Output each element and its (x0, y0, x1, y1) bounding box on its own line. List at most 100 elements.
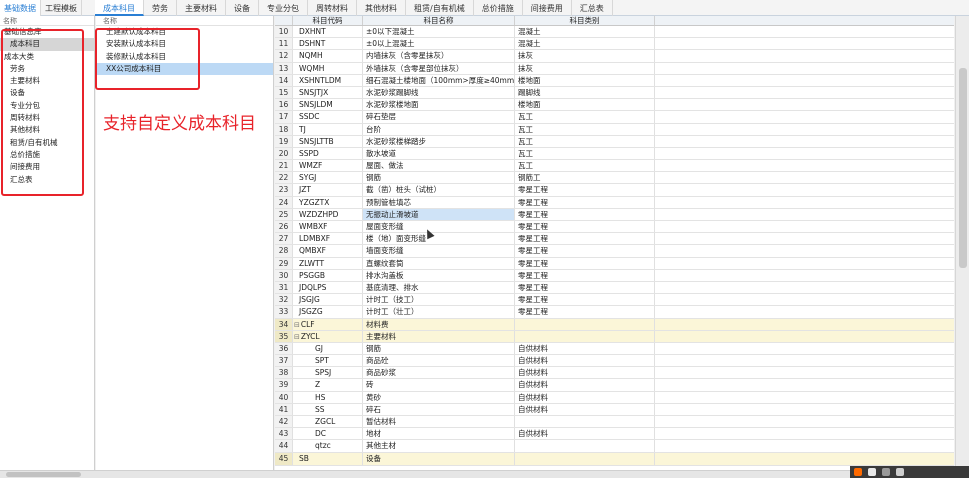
header-name[interactable]: 科目名称 (363, 16, 515, 25)
table-row[interactable]: 28 QMBXF 墙面变形缝 零星工程 (275, 245, 954, 258)
table-row[interactable]: 33 JSGZG 计时工（壮工） 零星工程 (275, 306, 954, 319)
cell-category[interactable]: 瓦工 (515, 135, 655, 147)
cell-category[interactable]: 零星工程 (515, 184, 655, 196)
cell-code[interactable]: ZGCL (293, 416, 363, 428)
tab-10[interactable]: 汇总表 (572, 0, 613, 16)
cell-code[interactable]: SB (293, 452, 363, 466)
tab-project-template[interactable]: 工程模板 (41, 0, 82, 16)
table-row[interactable]: 18 TJ 台阶 瓦工 (275, 123, 954, 136)
cell-code[interactable]: LDMBXF (293, 233, 363, 245)
cell-category[interactable] (515, 416, 655, 428)
cell-name[interactable]: 外墙抹灰（含零星部位抹灰） (363, 62, 515, 74)
cell-code[interactable]: SS (293, 403, 363, 415)
table-row[interactable]: 27 LDMBXF 楼（地）面变形缝 零星工程 (275, 233, 954, 246)
cell-code[interactable]: JSGJG (293, 294, 363, 306)
cell-category[interactable]: 瓦工 (515, 123, 655, 135)
table-row[interactable]: 43 DC 地材 自供材料 (275, 428, 954, 441)
cell-code[interactable]: NQMH (293, 50, 363, 62)
cell-name[interactable]: 商品砼 (363, 355, 515, 367)
table-row[interactable]: 19 SNSJLTTB 水泥砂浆楼梯踏步 瓦工 (275, 135, 954, 148)
collapse-icon[interactable]: ⊟ (294, 333, 300, 341)
cell-name[interactable]: 钢筋 (363, 342, 515, 355)
tab-1[interactable]: 劳务 (144, 0, 177, 16)
cell-code[interactable]: SNSJLTTB (293, 135, 363, 147)
cell-code[interactable]: WMBXF (293, 221, 363, 233)
table-row[interactable]: 40 HS 黄砂 自供材料 (275, 391, 954, 404)
cell-category[interactable]: 混凝土 (515, 38, 655, 50)
cell-code[interactable]: YZGZTX (293, 196, 363, 208)
table-row[interactable]: 20 SSPD 散水坡道 瓦工 (275, 147, 954, 161)
app-icon[interactable] (854, 468, 862, 476)
cell-code[interactable]: SNSJLDM (293, 99, 363, 111)
table-row[interactable]: 25 WZDZHPD 无振动止滑坡道 零星工程 (275, 208, 954, 221)
cell-name[interactable]: 无振动止滑坡道 (363, 208, 515, 220)
cell-category[interactable]: 零星工程 (515, 233, 655, 245)
cell-name[interactable]: 预制管桩填芯 (363, 196, 515, 208)
cell-category[interactable] (515, 452, 655, 466)
cell-category[interactable]: 踢脚线 (515, 86, 655, 99)
cell-name[interactable]: 材料费 (363, 318, 515, 330)
cell-code[interactable]: QMBXF (293, 245, 363, 257)
cell-name[interactable]: 墙面变形缝 (363, 245, 515, 257)
cell-code[interactable]: PSGGB (293, 269, 363, 281)
cell-name[interactable]: 暂估材料 (363, 416, 515, 428)
table-row[interactable]: 38 SPSJ 商品砂浆 自供材料 (275, 367, 954, 380)
cell-code[interactable]: SPSJ (293, 367, 363, 379)
table-row[interactable]: 35 ⊟ZYCL 主要材料 (275, 330, 954, 343)
cell-category[interactable]: 抹灰 (515, 50, 655, 62)
tab-9[interactable]: 间接费用 (523, 0, 572, 16)
table-row[interactable]: 30 PSGGB 排水沟盖板 零星工程 (275, 269, 954, 282)
cell-name[interactable]: 直螺纹套筒 (363, 257, 515, 269)
cell-category[interactable]: 自供材料 (515, 342, 655, 355)
cell-name[interactable]: 屋面、做法 (363, 160, 515, 172)
cell-code[interactable]: SPT (293, 355, 363, 367)
cell-category[interactable]: 零星工程 (515, 245, 655, 257)
table-row[interactable]: 10 DXHNT ±0以下混凝土 混凝土 (275, 26, 954, 39)
tab-4[interactable]: 专业分包 (259, 0, 308, 16)
table-row[interactable]: 42 ZGCL 暂估材料 (275, 416, 954, 429)
table-row[interactable]: 16 SNSJLDM 水泥砂浆楼地面 楼地面 (275, 99, 954, 112)
cell-name[interactable]: 截（凿）桩头（试桩） (363, 184, 515, 196)
cell-code[interactable]: DC (293, 428, 363, 440)
tab-5[interactable]: 周转材料 (308, 0, 357, 16)
table-row[interactable]: 45 SB 设备 (275, 452, 954, 467)
tray-icon[interactable] (896, 468, 904, 476)
horizontal-scrollbar[interactable] (0, 470, 969, 478)
table-row[interactable]: 44 qtzc 其他主材 (275, 440, 954, 453)
table-row[interactable]: 36 GJ 钢筋 自供材料 (275, 342, 954, 356)
cell-category[interactable]: 自供材料 (515, 367, 655, 379)
cell-category[interactable]: 混凝土 (515, 26, 655, 38)
table-row[interactable]: 31 JDQLPS 基底清理、排水 零星工程 (275, 281, 954, 295)
cell-code[interactable]: DSHNT (293, 38, 363, 50)
cell-code[interactable]: ⊟CLF (293, 318, 363, 330)
cell-name[interactable]: 碎石 (363, 403, 515, 415)
cell-code[interactable]: JZT (293, 184, 363, 196)
cell-category[interactable]: 瓦工 (515, 160, 655, 172)
table-row[interactable]: 22 SYGJ 钢筋 钢筋工 (275, 172, 954, 185)
cell-category[interactable]: 零星工程 (515, 208, 655, 220)
collapse-icon[interactable]: ⊟ (294, 321, 300, 329)
cell-code[interactable]: WMZF (293, 160, 363, 172)
cell-name[interactable]: 钢筋 (363, 172, 515, 184)
table-row[interactable]: 32 JSGJG 计时工（技工） 零星工程 (275, 294, 954, 307)
cell-category[interactable]: 自供材料 (515, 379, 655, 391)
table-row[interactable]: 12 NQMH 内墙抹灰（含零星抹灰） 抹灰 (275, 50, 954, 63)
cell-category[interactable]: 瓦工 (515, 111, 655, 123)
tab-basic-data[interactable]: 基础数据 (0, 0, 41, 16)
cell-name[interactable]: 基底清理、排水 (363, 281, 515, 294)
header-code[interactable]: 科目代码 (293, 16, 363, 25)
table-row[interactable]: 41 SS 碎石 自供材料 (275, 403, 954, 416)
cell-category[interactable]: 零星工程 (515, 306, 655, 318)
table-row[interactable]: 15 SNSJTJX 水泥砂浆踢脚线 踢脚线 (275, 86, 954, 100)
cell-code[interactable]: TJ (293, 123, 363, 135)
cell-category[interactable] (515, 318, 655, 330)
cell-category[interactable]: 抹灰 (515, 62, 655, 74)
vertical-scroll-thumb[interactable] (959, 68, 967, 268)
table-row[interactable]: 11 DSHNT ±0以上混凝土 混凝土 (275, 38, 954, 51)
vertical-scrollbar[interactable] (955, 16, 969, 470)
cell-category[interactable]: 自供材料 (515, 391, 655, 403)
cell-category[interactable]: 自供材料 (515, 355, 655, 367)
table-row[interactable]: 34 ⊟CLF 材料费 (275, 318, 954, 331)
table-row[interactable]: 21 WMZF 屋面、做法 瓦工 (275, 160, 954, 173)
cell-code[interactable]: DXHNT (293, 26, 363, 38)
